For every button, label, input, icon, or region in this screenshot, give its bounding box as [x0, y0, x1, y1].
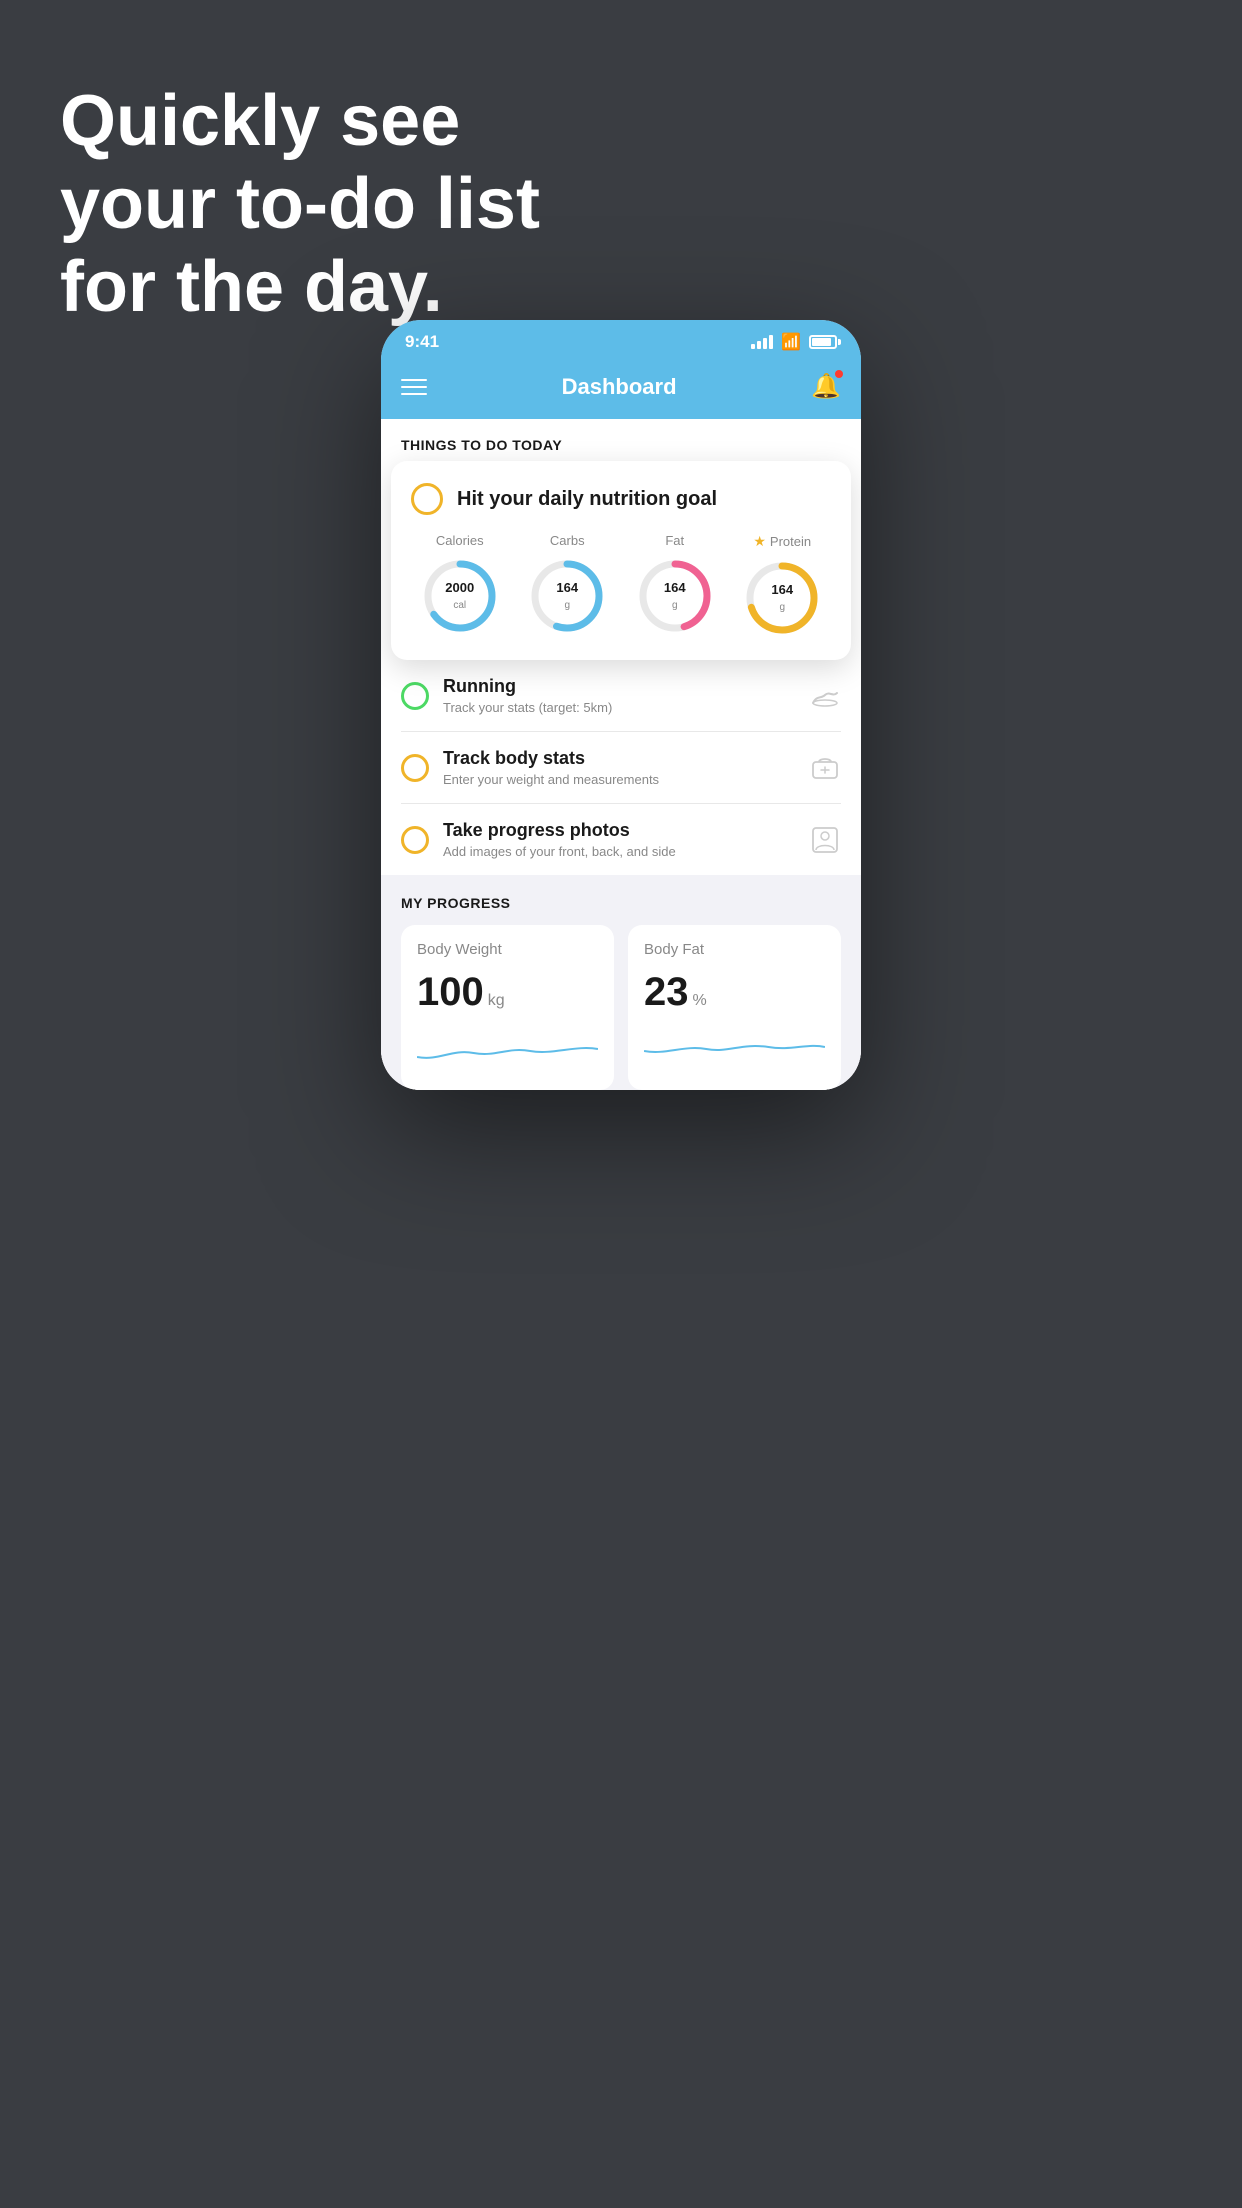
photos-subtitle: Add images of your front, back, and side — [443, 844, 795, 859]
todo-list: Running Track your stats (target: 5km) T… — [381, 660, 861, 875]
notification-button[interactable]: 🔔 — [811, 372, 841, 401]
body-weight-unit: kg — [488, 992, 505, 1010]
status-bar: 9:41 📶 — [381, 320, 861, 358]
nutrition-item-fat: Fat 164g — [635, 533, 715, 636]
carbs-donut: 164g — [527, 556, 607, 636]
section-header: THINGS TO DO TODAY — [381, 419, 861, 461]
carbs-label: Carbs — [550, 533, 585, 548]
calories-donut: 2000cal — [420, 556, 500, 636]
running-icon — [809, 680, 841, 712]
progress-section: MY PROGRESS Body Weight 100 kg Body Fat — [381, 875, 861, 1090]
person-icon — [809, 824, 841, 856]
body-stats-title: Track body stats — [443, 748, 795, 769]
body-weight-title: Body Weight — [417, 941, 598, 958]
running-title: Running — [443, 676, 795, 697]
body-weight-number: 100 — [417, 970, 484, 1015]
scale-icon — [809, 752, 841, 784]
nutrition-circle-check — [411, 483, 443, 515]
running-subtitle: Track your stats (target: 5km) — [443, 700, 795, 715]
photos-title: Take progress photos — [443, 820, 795, 841]
running-text: Running Track your stats (target: 5km) — [443, 676, 795, 715]
nutrition-card-header: Hit your daily nutrition goal — [411, 483, 831, 515]
nutrition-item-protein: ★ Protein 164g — [742, 533, 822, 638]
notification-badge — [835, 370, 843, 378]
todo-item-running[interactable]: Running Track your stats (target: 5km) — [401, 660, 841, 732]
nav-title: Dashboard — [562, 374, 677, 400]
nutrition-card: Hit your daily nutrition goal Calories 2… — [391, 461, 851, 660]
nutrition-item-calories: Calories 2000cal — [420, 533, 500, 636]
body-fat-number: 23 — [644, 970, 689, 1015]
body-stats-circle — [401, 754, 429, 782]
fat-donut: 164g — [635, 556, 715, 636]
body-fat-card: Body Fat 23 % — [628, 925, 841, 1090]
protein-label: ★ Protein — [753, 533, 811, 550]
nutrition-item-carbs: Carbs 164g — [527, 533, 607, 636]
running-circle — [401, 682, 429, 710]
body-weight-card: Body Weight 100 kg — [401, 925, 614, 1090]
star-icon: ★ — [753, 533, 766, 550]
photos-circle — [401, 826, 429, 854]
menu-button[interactable] — [401, 379, 427, 395]
body-stats-subtitle: Enter your weight and measurements — [443, 772, 795, 787]
body-fat-chart — [644, 1029, 825, 1069]
body-stats-text: Track body stats Enter your weight and m… — [443, 748, 795, 787]
protein-donut: 164g — [742, 558, 822, 638]
carbs-value: 164g — [556, 580, 578, 612]
phone-mockup: 9:41 📶 Dashboard 🔔 THINGS TO DO TODAY — [381, 320, 861, 1090]
dashboard-content: THINGS TO DO TODAY Hit your daily nutrit… — [381, 419, 861, 1090]
body-fat-value: 23 % — [644, 970, 825, 1015]
battery-icon — [809, 335, 837, 349]
fat-label: Fat — [665, 533, 684, 548]
todo-item-photos[interactable]: Take progress photos Add images of your … — [401, 804, 841, 875]
nav-bar: Dashboard 🔔 — [381, 358, 861, 419]
signal-icon — [751, 335, 773, 349]
todo-item-body-stats[interactable]: Track body stats Enter your weight and m… — [401, 732, 841, 804]
calories-value: 2000cal — [445, 580, 474, 612]
wifi-icon: 📶 — [781, 332, 801, 352]
body-fat-title: Body Fat — [644, 941, 825, 958]
progress-cards: Body Weight 100 kg Body Fat 23 % — [401, 925, 841, 1090]
body-weight-value: 100 kg — [417, 970, 598, 1015]
photos-text: Take progress photos Add images of your … — [443, 820, 795, 859]
status-time: 9:41 — [405, 332, 439, 352]
body-fat-unit: % — [693, 992, 707, 1010]
nutrition-circles: Calories 2000cal Carbs — [411, 533, 831, 638]
hero-headline: Quickly see your to-do list for the day. — [60, 80, 540, 328]
protein-value: 164g — [771, 582, 793, 614]
calories-label: Calories — [436, 533, 484, 548]
status-icons: 📶 — [751, 332, 837, 352]
progress-header: MY PROGRESS — [401, 895, 841, 911]
body-weight-chart — [417, 1029, 598, 1069]
nutrition-card-title: Hit your daily nutrition goal — [457, 488, 717, 511]
fat-value: 164g — [664, 580, 686, 612]
